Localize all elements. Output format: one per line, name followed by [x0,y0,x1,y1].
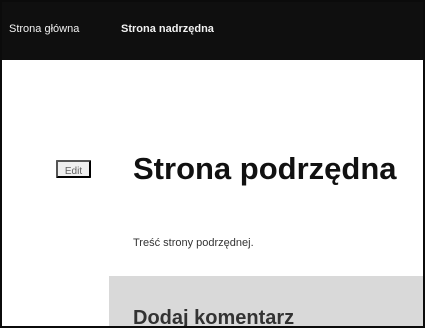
comment-panel: Dodaj komentarz [109,276,423,328]
add-comment-heading: Dodaj komentarz [133,307,295,328]
page-frame: Strona główna Strona nadrzędna Edit Stro… [0,0,425,328]
nav-link-home[interactable]: Strona główna [9,22,79,36]
edit-button[interactable]: Edit [56,160,91,178]
top-navigation-bar: Strona główna Strona nadrzędna [2,2,423,60]
nav-link-parent-page[interactable]: Strona nadrzędna [121,22,214,36]
page-title: Strona podrzędna [133,151,397,186]
page-content: Treść strony podrzędnej. [133,237,254,249]
